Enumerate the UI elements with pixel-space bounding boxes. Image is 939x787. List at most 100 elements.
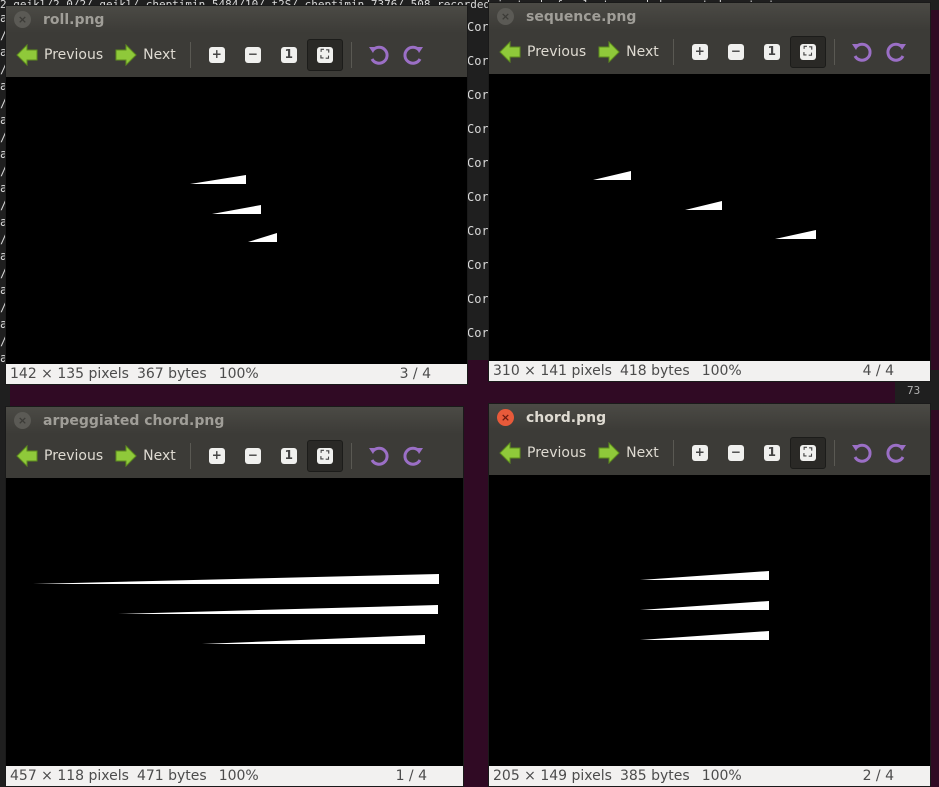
image-dimensions: 310 × 141 pixels xyxy=(493,363,612,379)
image-content xyxy=(640,571,769,640)
rotate-left-button[interactable] xyxy=(360,39,396,71)
wedge-shape xyxy=(640,631,769,640)
close-icon[interactable]: × xyxy=(497,8,514,25)
zoom-in-button[interactable]: + xyxy=(199,39,235,71)
zoom-out-button[interactable]: − xyxy=(718,437,754,469)
image-canvas[interactable] xyxy=(489,74,930,361)
rotate-right-button[interactable] xyxy=(396,440,432,472)
close-icon[interactable]: × xyxy=(14,412,31,429)
title-bar[interactable]: × sequence.png xyxy=(489,3,930,30)
title-bar[interactable]: × arpeggiated chord.png xyxy=(6,407,463,434)
next-button[interactable]: Next xyxy=(592,437,665,469)
previous-label: Previous xyxy=(44,448,104,464)
rotate-left-icon xyxy=(850,41,872,63)
toolbar-separator xyxy=(189,443,191,469)
rotate-right-icon xyxy=(886,442,908,464)
terminal-line: Cor xyxy=(467,122,489,136)
window-title: chord.png xyxy=(526,409,607,426)
next-label: Next xyxy=(143,448,176,464)
rotate-right-icon xyxy=(403,44,425,66)
file-size: 418 bytes xyxy=(619,363,690,379)
status-bar: 205 × 149 pixels 385 bytes 100% 2 / 4 xyxy=(489,766,930,786)
next-button[interactable]: Next xyxy=(109,39,182,71)
toolbar-separator xyxy=(350,42,352,68)
terminal-line: Cor xyxy=(467,54,489,68)
terminal-line: Cor xyxy=(467,292,489,306)
normal-size-button[interactable]: 1 xyxy=(271,440,307,472)
rotate-left-button[interactable] xyxy=(843,36,879,68)
zoom-out-button[interactable]: − xyxy=(718,36,754,68)
rotate-left-button[interactable] xyxy=(843,437,879,469)
arrow-right-icon xyxy=(598,442,620,464)
previous-button[interactable]: Previous xyxy=(10,39,109,71)
status-bar: 457 × 118 pixels 471 bytes 100% 1 / 4 xyxy=(6,766,463,786)
normal-size-icon: 1 xyxy=(280,47,297,63)
normal-size-icon: 1 xyxy=(763,44,780,60)
wedge-shape xyxy=(640,571,769,580)
wedge-shape xyxy=(202,635,425,644)
arrow-left-icon xyxy=(499,41,521,63)
zoom-in-button[interactable]: + xyxy=(682,437,718,469)
wedge-shape xyxy=(190,175,246,184)
rotate-right-icon xyxy=(403,445,425,467)
terminal-line: Cor xyxy=(467,224,489,238)
terminal-line: Cor xyxy=(467,258,489,272)
window-title: arpeggiated chord.png xyxy=(43,412,225,429)
image-canvas[interactable] xyxy=(489,475,930,766)
next-button[interactable]: Next xyxy=(592,36,665,68)
image-canvas[interactable] xyxy=(6,77,467,364)
image-content xyxy=(593,171,816,239)
zoom-in-button[interactable]: + xyxy=(682,36,718,68)
image-position: 2 / 4 xyxy=(862,768,894,784)
zoom-level: 100% xyxy=(218,768,259,784)
best-fit-button[interactable]: ⛶ xyxy=(789,36,826,68)
previous-button[interactable]: Previous xyxy=(493,437,592,469)
best-fit-icon: ⛶ xyxy=(316,448,333,464)
rotate-left-button[interactable] xyxy=(360,440,396,472)
wedge-shape xyxy=(118,605,438,614)
terminal-line: Cor xyxy=(467,88,489,102)
arrow-right-icon xyxy=(598,41,620,63)
rotate-right-button[interactable] xyxy=(879,437,915,469)
zoom-out-button[interactable]: − xyxy=(235,440,271,472)
wedge-shape xyxy=(248,233,277,242)
rotate-left-icon xyxy=(367,44,389,66)
zoom-out-icon: − xyxy=(244,448,261,464)
next-button[interactable]: Next xyxy=(109,440,182,472)
rotate-right-button[interactable] xyxy=(396,39,432,71)
normal-size-button[interactable]: 1 xyxy=(754,36,790,68)
previous-label: Previous xyxy=(44,47,104,63)
arrow-left-icon xyxy=(16,44,38,66)
toolbar: Previous Next + − 1 ⛶ xyxy=(6,434,463,478)
zoom-in-icon: + xyxy=(691,44,708,60)
toolbar-separator xyxy=(833,440,835,466)
file-size: 385 bytes xyxy=(619,768,690,784)
close-icon[interactable]: × xyxy=(14,11,31,28)
toolbar: Previous Next + − 1 ⛶ xyxy=(489,431,930,475)
wedge-shape xyxy=(640,601,769,610)
best-fit-button[interactable]: ⛶ xyxy=(789,437,826,469)
normal-size-button[interactable]: 1 xyxy=(754,437,790,469)
next-label: Next xyxy=(626,44,659,60)
zoom-out-button[interactable]: − xyxy=(235,39,271,71)
title-bar[interactable]: × chord.png xyxy=(489,404,930,431)
title-bar[interactable]: × roll.png xyxy=(6,6,467,33)
terminal-middle-column: Cor Cor Cor Cor Cor Cor Cor Cor Cor Cor xyxy=(467,10,489,360)
best-fit-button[interactable]: ⛶ xyxy=(306,440,343,472)
normal-size-button[interactable]: 1 xyxy=(271,39,307,71)
previous-button[interactable]: Previous xyxy=(10,440,109,472)
zoom-level: 100% xyxy=(701,363,742,379)
file-size: 471 bytes xyxy=(136,768,207,784)
window-title: sequence.png xyxy=(526,8,637,25)
image-canvas[interactable] xyxy=(6,478,463,766)
terminal-line: Cor xyxy=(467,190,489,204)
toolbar-separator xyxy=(189,42,191,68)
zoom-in-button[interactable]: + xyxy=(199,440,235,472)
best-fit-button[interactable]: ⛶ xyxy=(306,39,343,71)
previous-button[interactable]: Previous xyxy=(493,36,592,68)
toolbar-separator xyxy=(672,440,674,466)
next-label: Next xyxy=(143,47,176,63)
zoom-in-icon: + xyxy=(208,448,225,464)
close-icon[interactable]: × xyxy=(497,409,514,426)
rotate-right-button[interactable] xyxy=(879,36,915,68)
